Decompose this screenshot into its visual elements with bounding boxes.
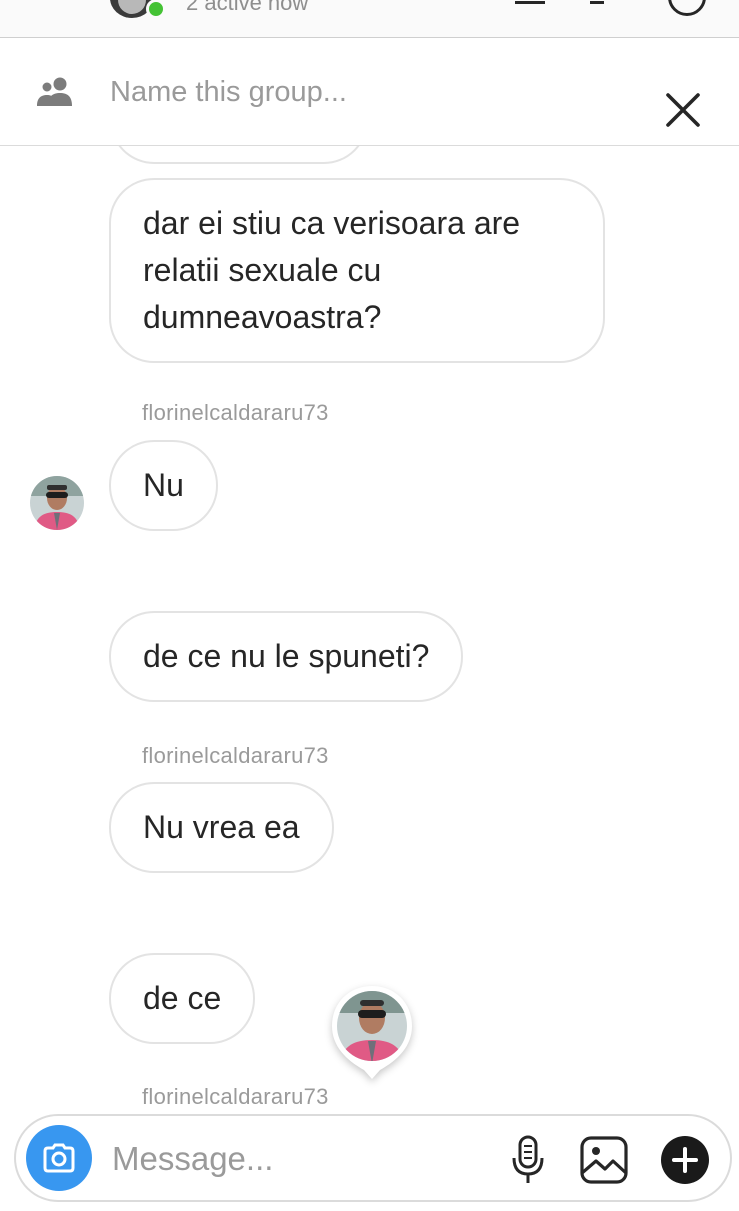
message-bubble[interactable]: de ce — [109, 953, 256, 1044]
camera-icon — [43, 1143, 75, 1173]
online-indicator — [146, 0, 166, 19]
call-icon[interactable] — [590, 0, 604, 4]
message-bubble[interactable]: Nu vrea ea — [109, 782, 334, 873]
dm-thread-screen: 2 active now dar ei stiu ca verisoara ar… — [0, 0, 739, 1211]
close-icon[interactable] — [662, 89, 704, 131]
video-call-icon[interactable] — [515, 0, 545, 4]
seen-by-avatar[interactable] — [330, 984, 414, 1080]
sender-username: florinelcaldararu73 — [142, 1084, 329, 1104]
message-text: de ce — [143, 980, 222, 1016]
message-bubble-partial[interactable] — [110, 146, 368, 164]
sender-username: florinelcaldararu73 — [142, 743, 329, 768]
message-list[interactable]: dar ei stiu ca verisoara are relatii sex… — [0, 146, 739, 1104]
message-text: dar ei stiu ca verisoara are relatii sex… — [143, 205, 521, 335]
group-name-row — [0, 38, 739, 146]
camera-button[interactable] — [26, 1125, 92, 1191]
sender-avatar[interactable] — [30, 476, 84, 530]
message-text: Nu — [143, 467, 184, 503]
group-people-icon — [37, 77, 72, 106]
message-input[interactable] — [112, 1136, 492, 1182]
info-icon[interactable] — [668, 0, 706, 16]
message-bubble[interactable]: dar ei stiu ca verisoara are relatii sex… — [109, 178, 605, 363]
microphone-icon[interactable] — [510, 1134, 546, 1186]
gallery-icon[interactable] — [579, 1135, 629, 1185]
message-text: de ce nu le spuneti? — [143, 638, 430, 674]
message-composer — [14, 1114, 732, 1202]
message-bubble[interactable]: de ce nu le spuneti? — [109, 611, 464, 702]
message-bubble[interactable]: Nu — [109, 440, 218, 531]
active-status: 2 active now — [186, 0, 309, 15]
message-text: Nu vrea ea — [143, 809, 300, 845]
sender-username: florinelcaldararu73 — [142, 400, 329, 425]
group-name-input[interactable] — [110, 70, 630, 114]
plus-icon[interactable] — [660, 1135, 710, 1185]
sender-avatar-image — [30, 476, 84, 530]
thread-header: 2 active now — [0, 0, 739, 38]
